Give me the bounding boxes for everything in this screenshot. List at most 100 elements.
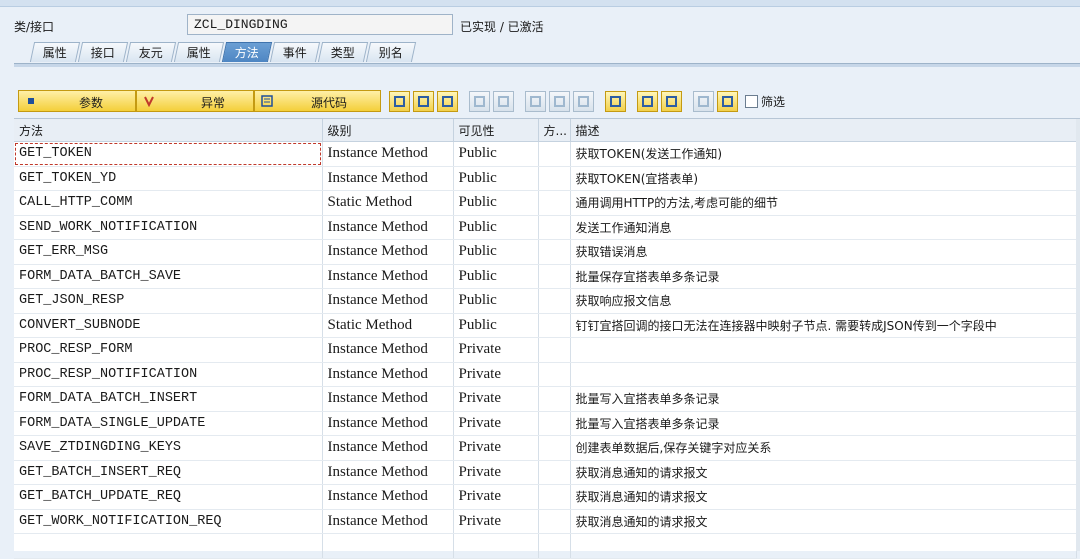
table-row[interactable]: PROC_RESP_NOTIFICATION Instance Method Pri…	[14, 362, 1077, 387]
visibility-cell[interactable]: Public	[453, 141, 539, 167]
table-row[interactable]: GET_TOKEN_YD Instance Method Public 获取TOKEN…	[14, 166, 1077, 191]
description-cell[interactable]	[570, 337, 1077, 363]
description-cell[interactable]: 获取TOKEN(发送工作通知)	[570, 141, 1077, 167]
table-row[interactable]: CONVERT_SUBNODE Static Method Public 钉钉宜搭回调…	[14, 313, 1077, 338]
flag-cell[interactable]	[538, 362, 571, 387]
table-row[interactable]: FORM_DATA_SINGLE_UPDATE Instance Method Pr…	[14, 411, 1077, 436]
level-cell[interactable]: Static Method	[322, 190, 454, 216]
visibility-cell[interactable]: Private	[453, 411, 539, 436]
method-cell[interactable]: GET_BATCH_UPDATE_REQ	[14, 484, 323, 510]
description-cell[interactable]: 创建表单数据后,保存关键字对应关系	[570, 435, 1077, 461]
visibility-cell[interactable]: Private	[453, 484, 539, 510]
flag-cell[interactable]	[538, 509, 571, 534]
parameters-button[interactable]: 参数	[18, 90, 136, 112]
visibility-cell[interactable]: Public	[453, 190, 539, 216]
tab-attributes[interactable]: 属性	[29, 42, 81, 62]
level-cell[interactable]: Instance Method	[322, 411, 454, 436]
description-cell[interactable]: 获取消息通知的请求报文	[570, 484, 1077, 510]
visibility-cell[interactable]: Public	[453, 166, 539, 191]
level-cell[interactable]: Instance Method	[322, 386, 454, 412]
visibility-cell[interactable]: Public	[453, 215, 539, 240]
description-cell[interactable]	[570, 362, 1077, 387]
table-row[interactable]: GET_TOKEN Instance Method Public 获取TOKEN(发送…	[14, 141, 1077, 167]
table-row[interactable]: GET_BATCH_INSERT_REQ Instance Method Priva…	[14, 460, 1077, 485]
level-cell[interactable]: Static Method	[322, 313, 454, 338]
visibility-cell[interactable]: Private	[453, 386, 539, 412]
visibility-cell[interactable]: Public	[453, 313, 539, 338]
visibility-cell[interactable]: Private	[453, 435, 539, 461]
description-cell[interactable]: 批量写入宜搭表单多条记录	[570, 411, 1077, 436]
flag-cell[interactable]	[538, 141, 571, 167]
append-row-icon[interactable]	[469, 90, 490, 112]
level-cell[interactable]: Instance Method	[322, 215, 454, 240]
method-cell[interactable]: GET_TOKEN_YD	[14, 166, 323, 191]
table-row[interactable]: GET_JSON_RESP Instance Method Public 获取响应报文…	[14, 288, 1077, 314]
visibility-cell[interactable]: Private	[453, 337, 539, 363]
tab-types[interactable]: 类型	[317, 42, 369, 62]
column-header-level[interactable]: 级别	[322, 119, 454, 142]
description-cell[interactable]: 获取响应报文信息	[570, 288, 1077, 314]
method-cell[interactable]: GET_WORK_NOTIFICATION_REQ	[14, 509, 323, 534]
insert-row-icon[interactable]	[389, 90, 410, 112]
method-cell[interactable]: GET_JSON_RESP	[14, 288, 323, 314]
flag-cell[interactable]	[538, 190, 571, 216]
level-cell[interactable]: Instance Method	[322, 484, 454, 510]
vertical-scrollbar[interactable]	[1076, 119, 1080, 551]
delete-row-icon[interactable]	[493, 90, 514, 112]
table-row[interactable]: FORM_DATA_BATCH_SAVE Instance Method Publi…	[14, 264, 1077, 289]
level-cell[interactable]: Instance Method	[322, 288, 454, 314]
description-cell[interactable]: 钉钉宜搭回调的接口无法在连接器中映射子节点. 需要转成JSON传到一个字段中	[570, 313, 1077, 338]
move-row-icon[interactable]	[437, 90, 458, 112]
description-cell[interactable]: 获取TOKEN(宜搭表单)	[570, 166, 1077, 191]
method-cell[interactable]: CALL_HTTP_COMM	[14, 190, 323, 216]
description-cell[interactable]: 通用调用HTTP的方法,考虑可能的细节	[570, 190, 1077, 216]
method-cell[interactable]: SAVE_ZTDINGDING_KEYS	[14, 435, 323, 461]
method-cell[interactable]: SEND_WORK_NOTIFICATION	[14, 215, 323, 240]
tab-aliases[interactable]: 别名	[365, 42, 417, 62]
table-row[interactable]: FORM_DATA_BATCH_INSERT Instance Method Pri…	[14, 386, 1077, 412]
filter-checkbox[interactable]	[745, 94, 758, 108]
level-cell[interactable]: Instance Method	[322, 141, 454, 167]
table-row[interactable]: GET_BATCH_UPDATE_REQ Instance Method Priva…	[14, 484, 1077, 510]
level-cell[interactable]: Instance Method	[322, 337, 454, 363]
visibility-cell[interactable]: Public	[453, 264, 539, 289]
description-cell[interactable]: 发送工作通知消息	[570, 215, 1077, 240]
flag-cell[interactable]	[538, 386, 571, 412]
table-row[interactable]: PROC_RESP_FORM Instance Method Private	[14, 337, 1077, 363]
flag-cell[interactable]	[538, 313, 571, 338]
visibility-cell[interactable]: Private	[453, 509, 539, 534]
print-icon[interactable]	[605, 90, 626, 112]
column-header-visibility[interactable]: 可见性	[453, 119, 539, 142]
level-cell[interactable]: Instance Method	[322, 362, 454, 387]
tab-properties[interactable]: 属性	[173, 42, 225, 62]
exceptions-button[interactable]: 异常	[136, 90, 254, 112]
column-header-method[interactable]: 方法	[14, 119, 323, 142]
flag-cell[interactable]	[538, 435, 571, 461]
method-cell[interactable]: CONVERT_SUBNODE	[14, 313, 323, 338]
find-next-icon[interactable]	[661, 90, 682, 112]
undo-icon[interactable]	[717, 90, 738, 112]
class-name-field[interactable]: ZCL_DINGDING	[187, 14, 453, 35]
method-cell[interactable]: PROC_RESP_FORM	[14, 337, 323, 363]
table-row[interactable]: SEND_WORK_NOTIFICATION Instance Method Pub…	[14, 215, 1077, 240]
check-icon[interactable]	[693, 90, 714, 112]
visibility-cell[interactable]: Public	[453, 239, 539, 265]
method-cell[interactable]: GET_BATCH_INSERT_REQ	[14, 460, 323, 485]
description-cell[interactable]: 获取消息通知的请求报文	[570, 460, 1077, 485]
tab-events[interactable]: 事件	[269, 42, 321, 62]
tab-friends[interactable]: 友元	[125, 42, 177, 62]
copy-icon[interactable]	[549, 90, 570, 112]
table-row[interactable]: GET_ERR_MSG Instance Method Public 获取错误消息	[14, 239, 1077, 265]
method-cell[interactable]: GET_TOKEN	[14, 141, 323, 167]
method-cell[interactable]: FORM_DATA_SINGLE_UPDATE	[14, 411, 323, 436]
flag-cell[interactable]	[538, 484, 571, 510]
flag-cell[interactable]	[538, 166, 571, 191]
column-header-description[interactable]: 描述	[570, 119, 1077, 142]
tab-methods[interactable]: 方法	[221, 42, 273, 62]
table-row[interactable]: CALL_HTTP_COMM Static Method Public 通用调用HTT…	[14, 190, 1077, 216]
flag-cell[interactable]	[538, 411, 571, 436]
description-cell[interactable]: 获取消息通知的请求报文	[570, 509, 1077, 534]
find-icon[interactable]	[637, 90, 658, 112]
level-cell[interactable]: Instance Method	[322, 460, 454, 485]
level-cell[interactable]: Instance Method	[322, 509, 454, 534]
